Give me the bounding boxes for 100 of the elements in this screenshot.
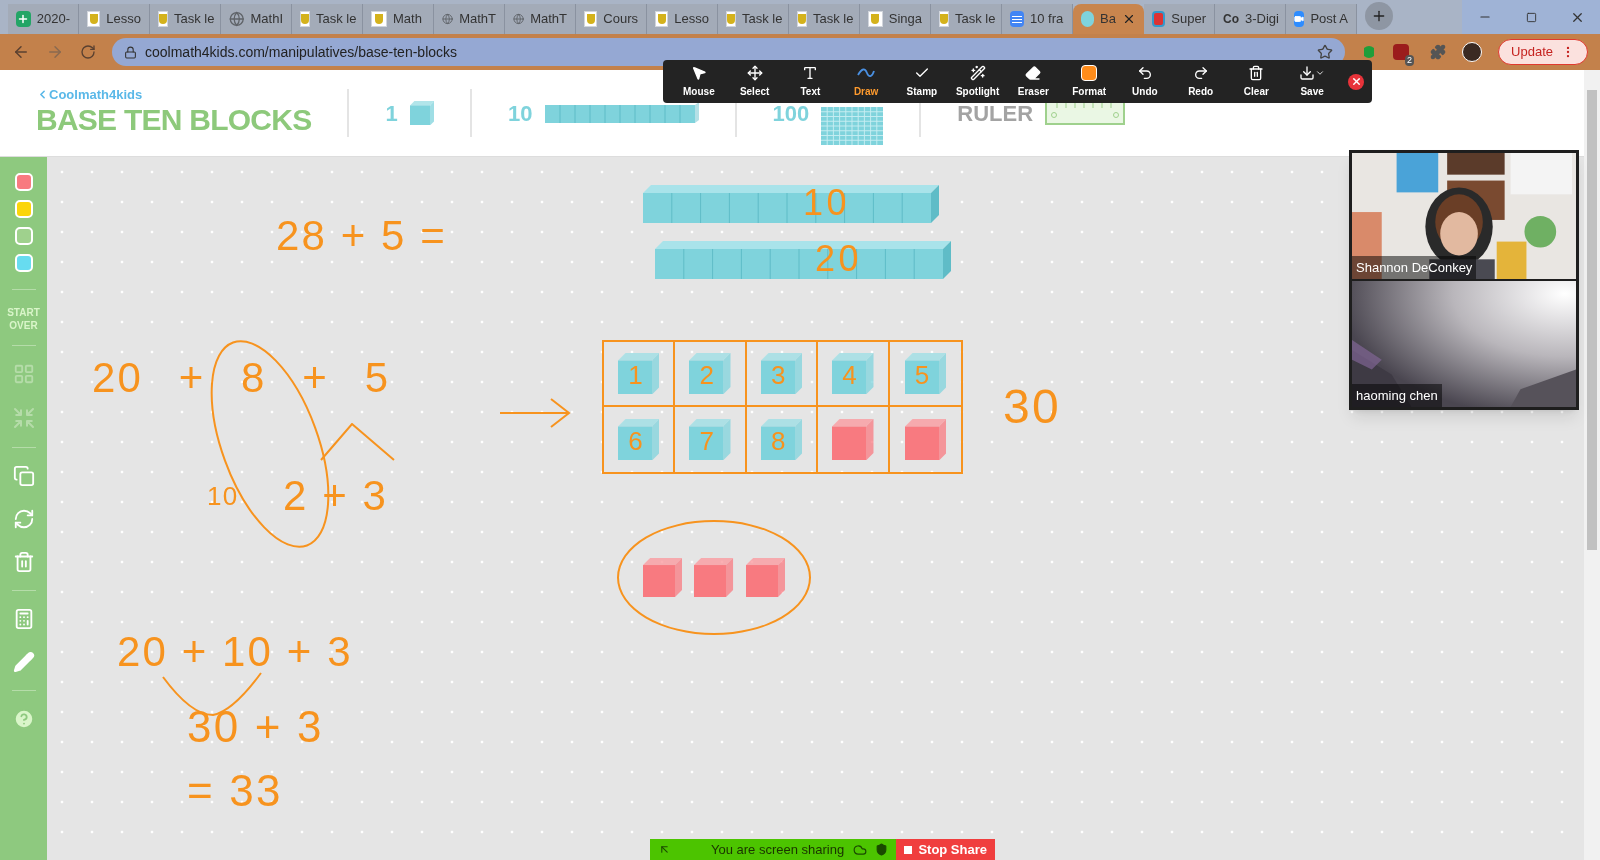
rod-icon bbox=[544, 102, 699, 124]
block-label: RULER bbox=[957, 99, 1034, 128]
browser-tab[interactable]: Task le bbox=[718, 4, 789, 34]
toolbar-tool[interactable]: Format bbox=[1061, 64, 1117, 99]
browser-tab[interactable]: Post A bbox=[1286, 4, 1357, 34]
reload-icon[interactable] bbox=[80, 44, 96, 60]
color-swatch[interactable] bbox=[14, 173, 33, 191]
help-icon[interactable] bbox=[12, 708, 35, 730]
browser-tab[interactable]: Co 3-Digi bbox=[1215, 4, 1286, 34]
cube-number: 5 bbox=[914, 362, 930, 389]
shield-icon bbox=[875, 843, 889, 856]
cube-number: 6 bbox=[628, 428, 643, 455]
cube-number: 1 bbox=[628, 362, 643, 389]
profile-avatar[interactable] bbox=[1462, 42, 1483, 62]
crest-icon bbox=[868, 11, 883, 27]
crest-icon bbox=[797, 11, 807, 27]
browser-tab[interactable]: Cours bbox=[576, 4, 647, 34]
pencil-icon[interactable] bbox=[12, 651, 35, 673]
cube-number: 2 bbox=[699, 362, 714, 389]
scrollbar[interactable] bbox=[1584, 70, 1600, 860]
sharing-status: You are screen sharing bbox=[711, 840, 845, 859]
toolbar-tool[interactable]: Undo bbox=[1117, 64, 1173, 99]
block-label: 100 bbox=[772, 99, 810, 128]
grid-icon[interactable] bbox=[12, 363, 35, 385]
crest-icon bbox=[87, 11, 101, 27]
close-icon bbox=[1350, 76, 1362, 87]
new-tab-button[interactable] bbox=[1365, 2, 1393, 30]
toolbar-tool[interactable]: Save bbox=[1284, 64, 1340, 99]
handwritten-note: 28 + 5 = bbox=[276, 215, 447, 257]
rotate-icon[interactable] bbox=[12, 508, 35, 530]
download-icon bbox=[1299, 65, 1316, 81]
globe-icon bbox=[513, 11, 525, 27]
rod-number: 10 bbox=[803, 185, 851, 221]
document-icon bbox=[1010, 11, 1024, 27]
puzzle-icon[interactable] bbox=[1430, 44, 1447, 60]
monster-icon bbox=[1081, 11, 1095, 27]
unit-cube-icon bbox=[409, 100, 435, 126]
close-toolbar-button[interactable] bbox=[1348, 73, 1364, 90]
restore-icon bbox=[1525, 11, 1537, 23]
globe-icon bbox=[442, 11, 454, 27]
duplicate-icon[interactable] bbox=[12, 465, 35, 487]
toolbar-tool[interactable]: Mouse bbox=[671, 64, 727, 99]
text-icon bbox=[802, 65, 819, 81]
cube-number: 4 bbox=[842, 362, 857, 389]
browser-tab[interactable]: Super bbox=[1144, 4, 1215, 34]
browser-tab[interactable]: Ba bbox=[1073, 4, 1144, 34]
toolbar-tool[interactable]: Redo bbox=[1172, 64, 1229, 99]
move-icon bbox=[746, 65, 763, 81]
ruler-icon bbox=[1045, 101, 1126, 125]
crest-icon bbox=[655, 11, 669, 27]
back-icon[interactable] bbox=[12, 43, 30, 61]
browser-tab[interactable]: Lesso bbox=[647, 4, 718, 34]
toolbar-tool[interactable]: Stamp bbox=[894, 64, 950, 99]
color-swatch[interactable] bbox=[14, 254, 33, 272]
trash-icon[interactable] bbox=[12, 551, 35, 573]
participant-name: haoming chen bbox=[1352, 383, 1442, 407]
browser-tab[interactable]: Task le bbox=[292, 4, 363, 34]
browser-tab[interactable]: Singa bbox=[860, 4, 931, 34]
browser-tab[interactable]: Math bbox=[363, 4, 434, 34]
forward-icon[interactable] bbox=[46, 43, 64, 61]
plus-icon bbox=[1371, 8, 1387, 24]
eraser-icon bbox=[1025, 65, 1042, 81]
close-tab-icon[interactable] bbox=[1122, 12, 1136, 26]
color-swatch[interactable] bbox=[14, 227, 33, 245]
tab-logo: Co bbox=[1223, 11, 1239, 27]
browser-tab[interactable]: Task le bbox=[789, 4, 860, 34]
grid-flat-icon bbox=[821, 107, 884, 145]
handwritten-note: 20 + 8 + 5 bbox=[92, 357, 391, 399]
toolbar-tool[interactable]: Text bbox=[782, 64, 839, 99]
shrink-icon[interactable] bbox=[11, 406, 36, 430]
toolbar-tool[interactable]: Clear bbox=[1228, 64, 1285, 99]
browser-tab[interactable]: Lesso bbox=[79, 4, 150, 34]
handwritten-note: 20 + 10 + 3 bbox=[117, 631, 353, 673]
toolbar-tool[interactable]: Select bbox=[726, 64, 783, 99]
cloud-icon bbox=[853, 842, 868, 857]
browser-tab[interactable]: MathT bbox=[434, 4, 505, 34]
browser-tab[interactable]: Task le bbox=[931, 4, 1002, 34]
browser-tab[interactable]: 2020- bbox=[8, 4, 79, 34]
browser-tab[interactable]: MathI bbox=[221, 4, 292, 34]
crest-icon bbox=[726, 11, 736, 27]
toolbar-tool[interactable]: Spotlight bbox=[949, 64, 1006, 99]
arrow-icon[interactable] bbox=[658, 843, 671, 856]
app-title: BASE TEN BLOCKS bbox=[36, 101, 312, 138]
browser-tab[interactable]: Task le bbox=[150, 4, 221, 34]
crest-icon bbox=[584, 11, 598, 27]
participant-name: Shannon DeConkey bbox=[1352, 255, 1477, 279]
color-swatch[interactable] bbox=[14, 200, 33, 218]
bookmark-star-icon[interactable] bbox=[1317, 44, 1334, 60]
color-swatch-icon bbox=[1081, 65, 1098, 81]
toolbar-tool[interactable]: Eraser bbox=[1005, 64, 1062, 99]
toolbar-tool[interactable]: Draw bbox=[838, 64, 894, 99]
video-camera-icon bbox=[1294, 11, 1305, 27]
update-button[interactable]: Update bbox=[1498, 39, 1588, 65]
stop-share-button[interactable]: Stop Share bbox=[896, 839, 995, 860]
browser-tab[interactable]: 10 fra bbox=[1002, 4, 1073, 34]
app-icon bbox=[1152, 11, 1166, 27]
handwritten-note: = 33 bbox=[187, 769, 283, 813]
pointer-icon bbox=[690, 65, 707, 81]
browser-tab[interactable]: MathT bbox=[505, 4, 576, 34]
url-text: coolmath4kids.com/manipulatives/base-ten-blocks bbox=[145, 42, 458, 62]
